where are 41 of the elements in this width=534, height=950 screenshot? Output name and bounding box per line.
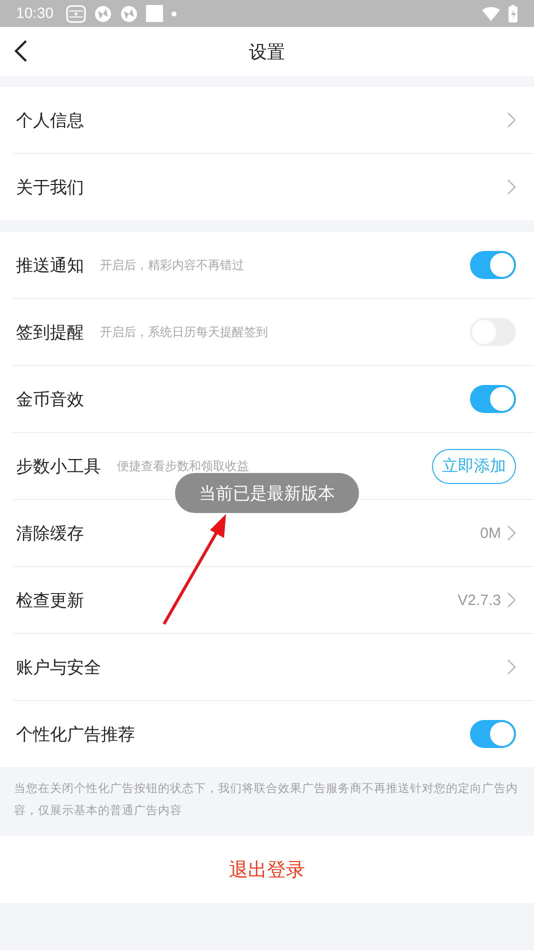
setting-label: 步数小工具 (16, 456, 101, 478)
setting-label: 清除缓存 (16, 522, 84, 544)
notification-icon (66, 4, 86, 22)
chevron-icon (507, 179, 516, 195)
setting-label: 签到提醒 (16, 322, 84, 344)
dot-icon (170, 10, 177, 16)
status-time: 10:30 (16, 5, 54, 22)
setting-label: 账户与安全 (16, 656, 101, 678)
setting-label: 推送通知 (16, 254, 84, 276)
setting-value: V2.7.3 (458, 592, 501, 608)
settings-row[interactable]: 个人信息 (12, 87, 534, 154)
chevron-icon (507, 525, 516, 541)
toggle-switch[interactable] (470, 385, 516, 413)
chevron-icon (507, 112, 516, 128)
toggle-switch[interactable] (470, 251, 516, 279)
back-button[interactable] (14, 39, 28, 63)
wifi-icon (482, 6, 500, 20)
ad-note: 当您在关闭个性化广告按钮的状态下，我们将联合效果广告服务商不再推送针对您的定向广告内容，仅展示基本的普通广告内容 (13, 780, 519, 819)
back-icon (14, 39, 28, 63)
settings-row[interactable]: 账户与安全 (12, 634, 534, 701)
aperture-icon (120, 4, 138, 22)
setting-hint: 便捷查看步数和领取收益 (117, 458, 249, 474)
settings-row[interactable]: 关于我们 (12, 154, 534, 220)
setting-label: 个性化广告推荐 (16, 724, 135, 746)
chevron-icon (507, 659, 516, 675)
setting-label: 个人信息 (16, 110, 84, 132)
setting-hint: 开启后，系统日历每天提醒签到 (100, 324, 268, 340)
battery-icon (508, 4, 518, 22)
logout-button[interactable]: 退出登录 (223, 856, 311, 884)
setting-value: 0M (480, 524, 501, 542)
toast-message: 当前已是最新版本 (175, 473, 359, 513)
toggle-switch[interactable] (470, 720, 516, 748)
setting-label: 金币音效 (16, 388, 84, 410)
setting-label: 关于我们 (16, 176, 84, 198)
aperture-icon (94, 4, 112, 22)
setting-hint: 开启后，精彩内容不再错过 (100, 256, 244, 274)
page-title: 设置 (249, 40, 285, 64)
chevron-icon (507, 592, 516, 608)
settings-row[interactable]: 检查更新 V2.7.3 (12, 567, 534, 634)
square-icon (146, 5, 163, 22)
setting-label: 检查更新 (16, 590, 84, 612)
